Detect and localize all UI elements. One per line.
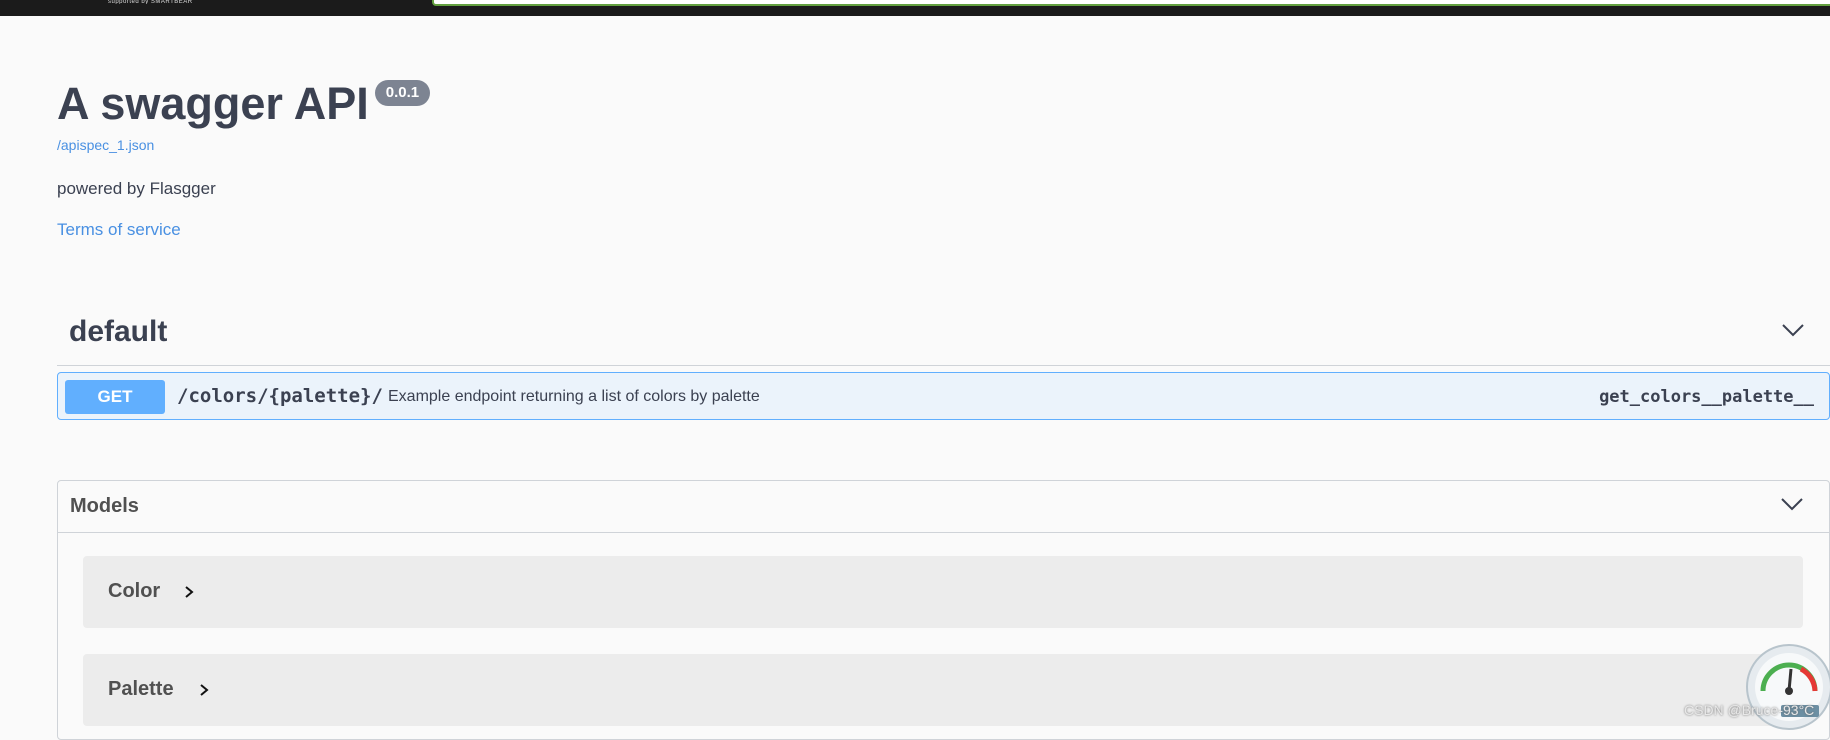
operation-path: /colors/{palette}/ xyxy=(177,385,383,407)
chevron-right-icon[interactable] xyxy=(199,683,209,697)
api-title: A swagger API xyxy=(57,78,369,129)
chevron-down-icon[interactable] xyxy=(1782,323,1804,337)
model-palette[interactable]: Palette xyxy=(83,654,1803,726)
models-header[interactable]: Models xyxy=(58,481,1829,533)
info-section: A swagger API 0.0.1 xyxy=(57,76,1757,132)
spec-link[interactable]: /apispec_1.json xyxy=(57,137,154,153)
operation-summary: Example endpoint returning a list of col… xyxy=(388,388,760,405)
models-section: Models Color Palette xyxy=(57,480,1830,740)
topbar-subtitle: supported by SMARTBEAR xyxy=(108,0,193,4)
spec-url-input[interactable] xyxy=(432,0,1830,6)
chevron-down-icon[interactable] xyxy=(1781,497,1803,511)
tag-title: default xyxy=(69,315,168,348)
model-name: Palette xyxy=(108,678,174,700)
tag-section-default[interactable]: default xyxy=(57,303,1830,366)
models-title: Models xyxy=(70,495,139,517)
api-description: powered by Flasgger xyxy=(57,179,216,198)
model-color[interactable]: Color xyxy=(83,556,1803,628)
model-name: Color xyxy=(108,580,161,602)
watermark: CSDN @Bruce-93°C xyxy=(1684,702,1815,718)
operation-get-colors[interactable]: GET /colors/{palette}/ Example endpoint … xyxy=(57,372,1830,420)
method-badge: GET xyxy=(65,380,165,414)
version-badge: 0.0.1 xyxy=(374,80,431,106)
terms-of-service-link[interactable]: Terms of service xyxy=(57,220,181,240)
operation-id: get_colors__palette__ xyxy=(1599,387,1814,407)
top-bar: supported by SMARTBEAR xyxy=(0,0,1830,16)
chevron-right-icon[interactable] xyxy=(184,585,194,599)
